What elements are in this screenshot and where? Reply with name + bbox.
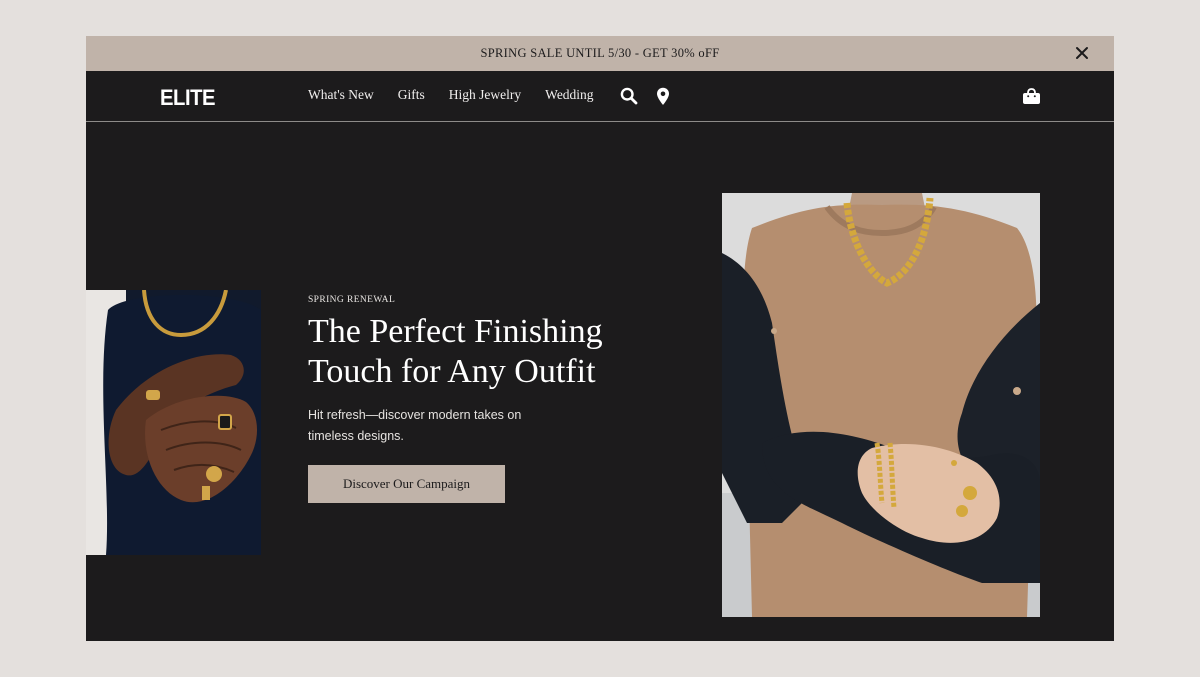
hero-image-model-chain	[722, 193, 1040, 617]
hero-eyebrow: SPRING RENEWAL	[308, 295, 396, 305]
nav-link-whats-new[interactable]: What's New	[308, 87, 374, 103]
hero-image-hands-rings	[86, 290, 261, 555]
hero-headline: The Perfect Finishing Touch for Any Outf…	[308, 313, 603, 390]
nav-link-high-jewelry[interactable]: High Jewelry	[449, 87, 521, 103]
nav-links: What's New Gifts High Jewelry Wedding	[308, 87, 618, 103]
discover-campaign-button[interactable]: Discover Our Campaign	[308, 465, 505, 503]
main-navigation: ELITE What's New Gifts High Jewelry Wedd…	[86, 71, 1114, 122]
nav-link-wedding[interactable]: Wedding	[545, 87, 593, 103]
page-frame: SPRING SALE UNTIL 5/30 - GET 30% oFF ELI…	[86, 36, 1114, 641]
promo-text: SPRING SALE UNTIL 5/30 - GET 30% oFF	[480, 46, 720, 60]
location-pin-icon[interactable]	[656, 87, 670, 106]
close-icon[interactable]	[1074, 45, 1090, 61]
hero-subtext: Hit refresh—discover modern takes on tim…	[308, 408, 522, 443]
shopping-bag-icon[interactable]	[1022, 88, 1041, 105]
nav-link-gifts[interactable]: Gifts	[398, 87, 425, 103]
brand-logo[interactable]: ELITE	[160, 85, 216, 111]
promo-banner: SPRING SALE UNTIL 5/30 - GET 30% oFF	[86, 36, 1114, 71]
search-icon[interactable]	[620, 87, 638, 105]
